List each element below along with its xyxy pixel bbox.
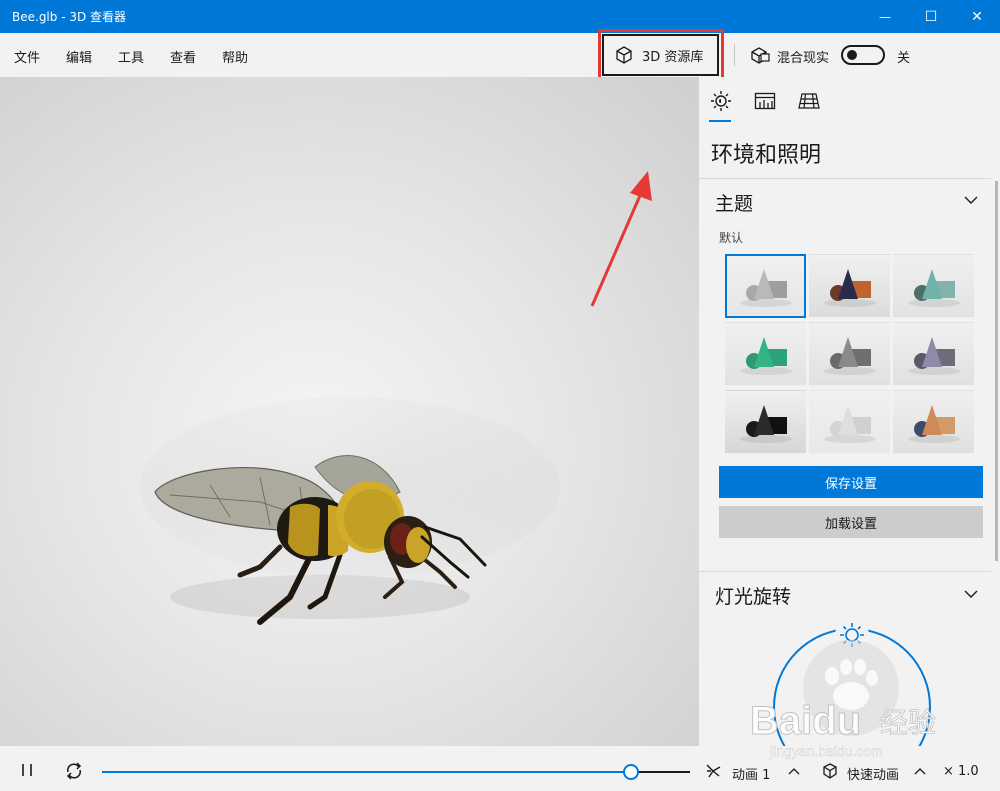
theme-preview-icon xyxy=(907,405,960,443)
theme-option[interactable] xyxy=(809,254,890,318)
theme-preview-icon xyxy=(823,269,876,307)
menu-edit[interactable]: 编辑 xyxy=(66,47,92,66)
watermark-brand-cn: 经验 xyxy=(880,706,936,739)
theme-section-title[interactable]: 主题 xyxy=(715,189,753,216)
pause-icon[interactable] xyxy=(20,763,34,777)
timeline-thumb[interactable] xyxy=(623,764,640,780)
maximize-icon: ☐ xyxy=(924,8,938,25)
loop-icon[interactable] xyxy=(64,762,84,780)
close-button[interactable]: ✕ xyxy=(954,0,1000,33)
menu-help[interactable]: 帮助 xyxy=(222,47,248,66)
timeline-progress xyxy=(102,771,632,773)
cube-icon xyxy=(616,46,632,64)
close-icon: ✕ xyxy=(971,8,983,25)
selected-theme-label: 默认 xyxy=(719,231,744,245)
theme-option[interactable] xyxy=(893,254,974,318)
3d-viewport[interactable] xyxy=(0,77,699,746)
panel-scrollbar[interactable] xyxy=(995,181,998,561)
save-settings-button[interactable]: 保存设置 xyxy=(719,466,983,498)
theme-preview-icon xyxy=(739,405,792,443)
save-settings-label: 保存设置 xyxy=(824,476,877,492)
theme-option[interactable] xyxy=(893,390,974,454)
load-settings-label: 加载设置 xyxy=(824,516,877,532)
theme-option[interactable] xyxy=(725,322,806,386)
theme-option[interactable] xyxy=(809,322,890,386)
theme-option[interactable] xyxy=(725,390,806,454)
chevron-down-icon[interactable] xyxy=(963,588,979,600)
chevron-up-icon[interactable] xyxy=(913,766,927,776)
theme-preview-icon xyxy=(907,269,960,307)
minimize-button[interactable]: — xyxy=(862,0,908,33)
watermark-brand: Baidu xyxy=(750,699,861,743)
sun-icon xyxy=(711,91,731,111)
animation-icon xyxy=(706,764,721,778)
stats-icon xyxy=(754,92,776,110)
theme-option[interactable] xyxy=(893,322,974,386)
toggle-state-label: 关 xyxy=(897,51,911,66)
menu-file[interactable]: 文件 xyxy=(14,47,40,66)
watermark-url: jingyan.baidu.com xyxy=(769,743,883,759)
annotation-arrow xyxy=(590,171,652,307)
tab-statistics[interactable] xyxy=(753,89,777,113)
tab-grid[interactable] xyxy=(797,89,821,113)
quick-animation-icon xyxy=(823,763,837,779)
3d-library-button[interactable]: 3D 资源库 xyxy=(602,34,719,76)
menu-view[interactable]: 查看 xyxy=(170,47,196,66)
theme-option[interactable] xyxy=(725,254,806,318)
menu-tools[interactable]: 工具 xyxy=(118,47,144,66)
3d-library-label: 3D 资源库 xyxy=(642,49,704,65)
title-bar: Bee.glb - 3D 查看器 — ☐ ✕ xyxy=(0,0,1000,33)
tab-environment[interactable] xyxy=(709,89,733,122)
theme-preview-icon xyxy=(739,269,792,307)
mixed-reality-icon xyxy=(751,47,770,64)
animation-select-label[interactable]: 动画 1 xyxy=(732,764,770,783)
theme-preview-icon xyxy=(739,337,792,375)
bee-model-image xyxy=(154,455,487,625)
load-settings-button[interactable]: 加载设置 xyxy=(719,506,983,538)
theme-preview-icon xyxy=(823,405,876,443)
quick-animation-label[interactable]: 快速动画 xyxy=(847,764,899,783)
mixed-reality-label: 混合现实 xyxy=(777,51,830,66)
grid-icon xyxy=(798,93,820,109)
chevron-up-icon[interactable] xyxy=(787,766,801,776)
theme-preview-icon xyxy=(907,337,960,375)
divider xyxy=(699,178,991,179)
chevron-down-icon[interactable] xyxy=(963,194,979,206)
theme-preview-icon xyxy=(823,337,876,375)
animation-timeline[interactable] xyxy=(102,764,690,780)
mixed-reality-toggle[interactable] xyxy=(841,45,885,65)
playback-speed-label[interactable]: × 1.0 xyxy=(943,764,979,779)
panel-title: 环境和照明 xyxy=(711,143,822,168)
window-title: Bee.glb - 3D 查看器 xyxy=(12,10,127,24)
toggle-knob xyxy=(847,50,857,60)
maximize-button[interactable]: ☐ xyxy=(908,0,954,33)
theme-option[interactable] xyxy=(809,390,890,454)
divider xyxy=(699,571,991,572)
minimize-icon: — xyxy=(879,9,891,24)
menu-separator xyxy=(734,44,735,66)
baidu-watermark-logo: Baidu 经验 jingyan.baidu.com xyxy=(750,640,936,759)
theme-grid xyxy=(725,254,974,454)
